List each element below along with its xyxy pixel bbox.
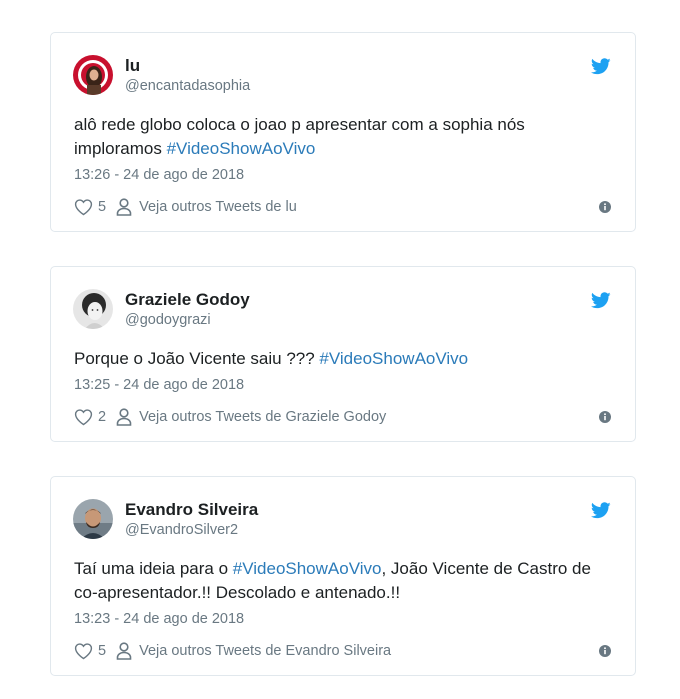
tweet-card: Evandro Silveira @EvandroSilver2 Taí uma… [50, 476, 636, 676]
tweet-actions: 5 Veja outros Tweets de lu [74, 197, 297, 217]
tweet-card: Graziele Godoy @godoygrazi Porque o João… [50, 266, 636, 442]
user-name[interactable]: Graziele Godoy [125, 290, 250, 310]
tweet-date[interactable]: 13:23 - 24 de ago de 2018 [74, 611, 244, 627]
tweet-text-part: Taí uma ideia para o [74, 559, 233, 578]
tweet-text: Porque o João Vicente saiu ??? #VideoSho… [74, 347, 605, 371]
person-icon[interactable] [116, 642, 132, 660]
like-count[interactable]: 2 [98, 409, 106, 425]
twitter-bird-icon[interactable] [591, 502, 611, 519]
user-handle[interactable]: @encantadasophia [125, 78, 250, 94]
user-name[interactable]: Evandro Silveira [125, 500, 258, 520]
heart-icon[interactable] [74, 198, 93, 216]
hashtag-link[interactable]: #VideoShowAoVivo [167, 139, 316, 158]
tweet-text-part: Porque o João Vicente saiu ??? [74, 349, 320, 368]
tweet-text: alô rede globo coloca o joao p apresenta… [74, 113, 605, 161]
see-more-tweets-link[interactable]: Veja outros Tweets de lu [139, 199, 297, 215]
tweet-date[interactable]: 13:25 - 24 de ago de 2018 [74, 377, 244, 393]
tweet-actions: 5 Veja outros Tweets de Evandro Silveira [74, 641, 391, 661]
avatar[interactable] [73, 289, 113, 329]
user-handle[interactable]: @EvandroSilver2 [125, 522, 238, 538]
see-more-tweets-link[interactable]: Veja outros Tweets de Graziele Godoy [139, 409, 386, 425]
twitter-bird-icon[interactable] [591, 58, 611, 75]
heart-icon[interactable] [74, 642, 93, 660]
tweet-card: lu @encantadasophia alô rede globo coloc… [50, 32, 636, 232]
avatar[interactable] [73, 499, 113, 539]
person-icon[interactable] [116, 408, 132, 426]
user-name[interactable]: lu [125, 56, 140, 76]
like-count[interactable]: 5 [98, 643, 106, 659]
tweet-date[interactable]: 13:26 - 24 de ago de 2018 [74, 167, 244, 183]
info-icon[interactable] [599, 201, 611, 213]
hashtag-link[interactable]: #VideoShowAoVivo [319, 349, 468, 368]
person-icon[interactable] [116, 198, 132, 216]
info-icon[interactable] [599, 411, 611, 423]
tweet-text: Taí uma ideia para o #VideoShowAoVivo, J… [74, 557, 605, 605]
heart-icon[interactable] [74, 408, 93, 426]
user-handle[interactable]: @godoygrazi [125, 312, 211, 328]
like-count[interactable]: 5 [98, 199, 106, 215]
tweet-actions: 2 Veja outros Tweets de Graziele Godoy [74, 407, 386, 427]
avatar[interactable] [73, 55, 113, 95]
info-icon[interactable] [599, 645, 611, 657]
hashtag-link[interactable]: #VideoShowAoVivo [233, 559, 382, 578]
twitter-bird-icon[interactable] [591, 292, 611, 309]
see-more-tweets-link[interactable]: Veja outros Tweets de Evandro Silveira [139, 643, 391, 659]
